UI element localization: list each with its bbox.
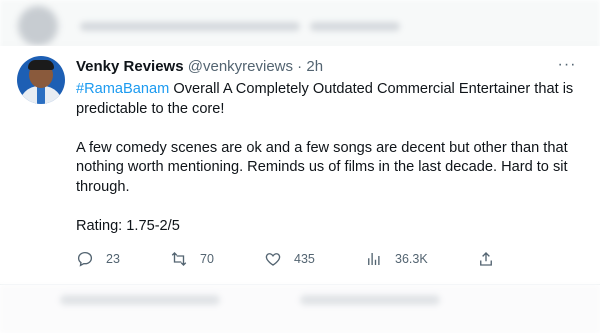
views-icon [368,253,380,265]
tweet-paragraph-2: A few comedy scenes are ok and a few son… [76,139,568,195]
blurred-next-tweet [0,285,600,333]
like-button[interactable]: 435 [264,248,315,270]
separator-dot: · [293,58,307,75]
tweet-text: #RamaBanam Overall A Completely Outdated… [76,80,581,236]
reply-count: 23 [106,252,120,266]
avatar[interactable] [17,56,65,104]
blurred-avatar [18,6,58,46]
blurred-previous-tweet [0,0,600,47]
hashtag-link[interactable]: #RamaBanam [76,81,169,97]
share-button[interactable] [477,248,495,270]
retweet-count: 70 [200,252,214,266]
more-options-icon[interactable]: ··· [556,57,578,76]
blurred-text [60,295,220,305]
like-count: 435 [294,252,315,266]
blurred-text [300,295,440,305]
author-name[interactable]: Venky Reviews [76,58,184,75]
reply-icon [77,251,93,267]
views-button[interactable]: 36.3K [365,248,428,270]
share-icon [480,252,492,266]
author-handle[interactable]: @venkyreviews [188,58,293,75]
tweet-card[interactable]: Venky Reviews @venkyreviews · 2h ··· #Ra… [0,46,600,285]
blurred-text [310,22,400,31]
retweet-icon [171,252,187,266]
action-bar: 23 70 435 36.3K [76,248,496,270]
views-count: 36.3K [395,252,428,266]
tweet-time[interactable]: 2h [306,58,323,75]
tweet-rating: Rating: 1.75-2/5 [76,217,180,234]
like-icon [265,253,281,266]
blurred-text [80,22,300,31]
reply-button[interactable]: 23 [76,248,120,270]
tweet-header: Venky Reviews @venkyreviews · 2h [76,58,323,75]
retweet-button[interactable]: 70 [170,248,214,270]
tweet-paragraph-1: #RamaBanam Overall A Completely Outdated… [76,80,581,119]
